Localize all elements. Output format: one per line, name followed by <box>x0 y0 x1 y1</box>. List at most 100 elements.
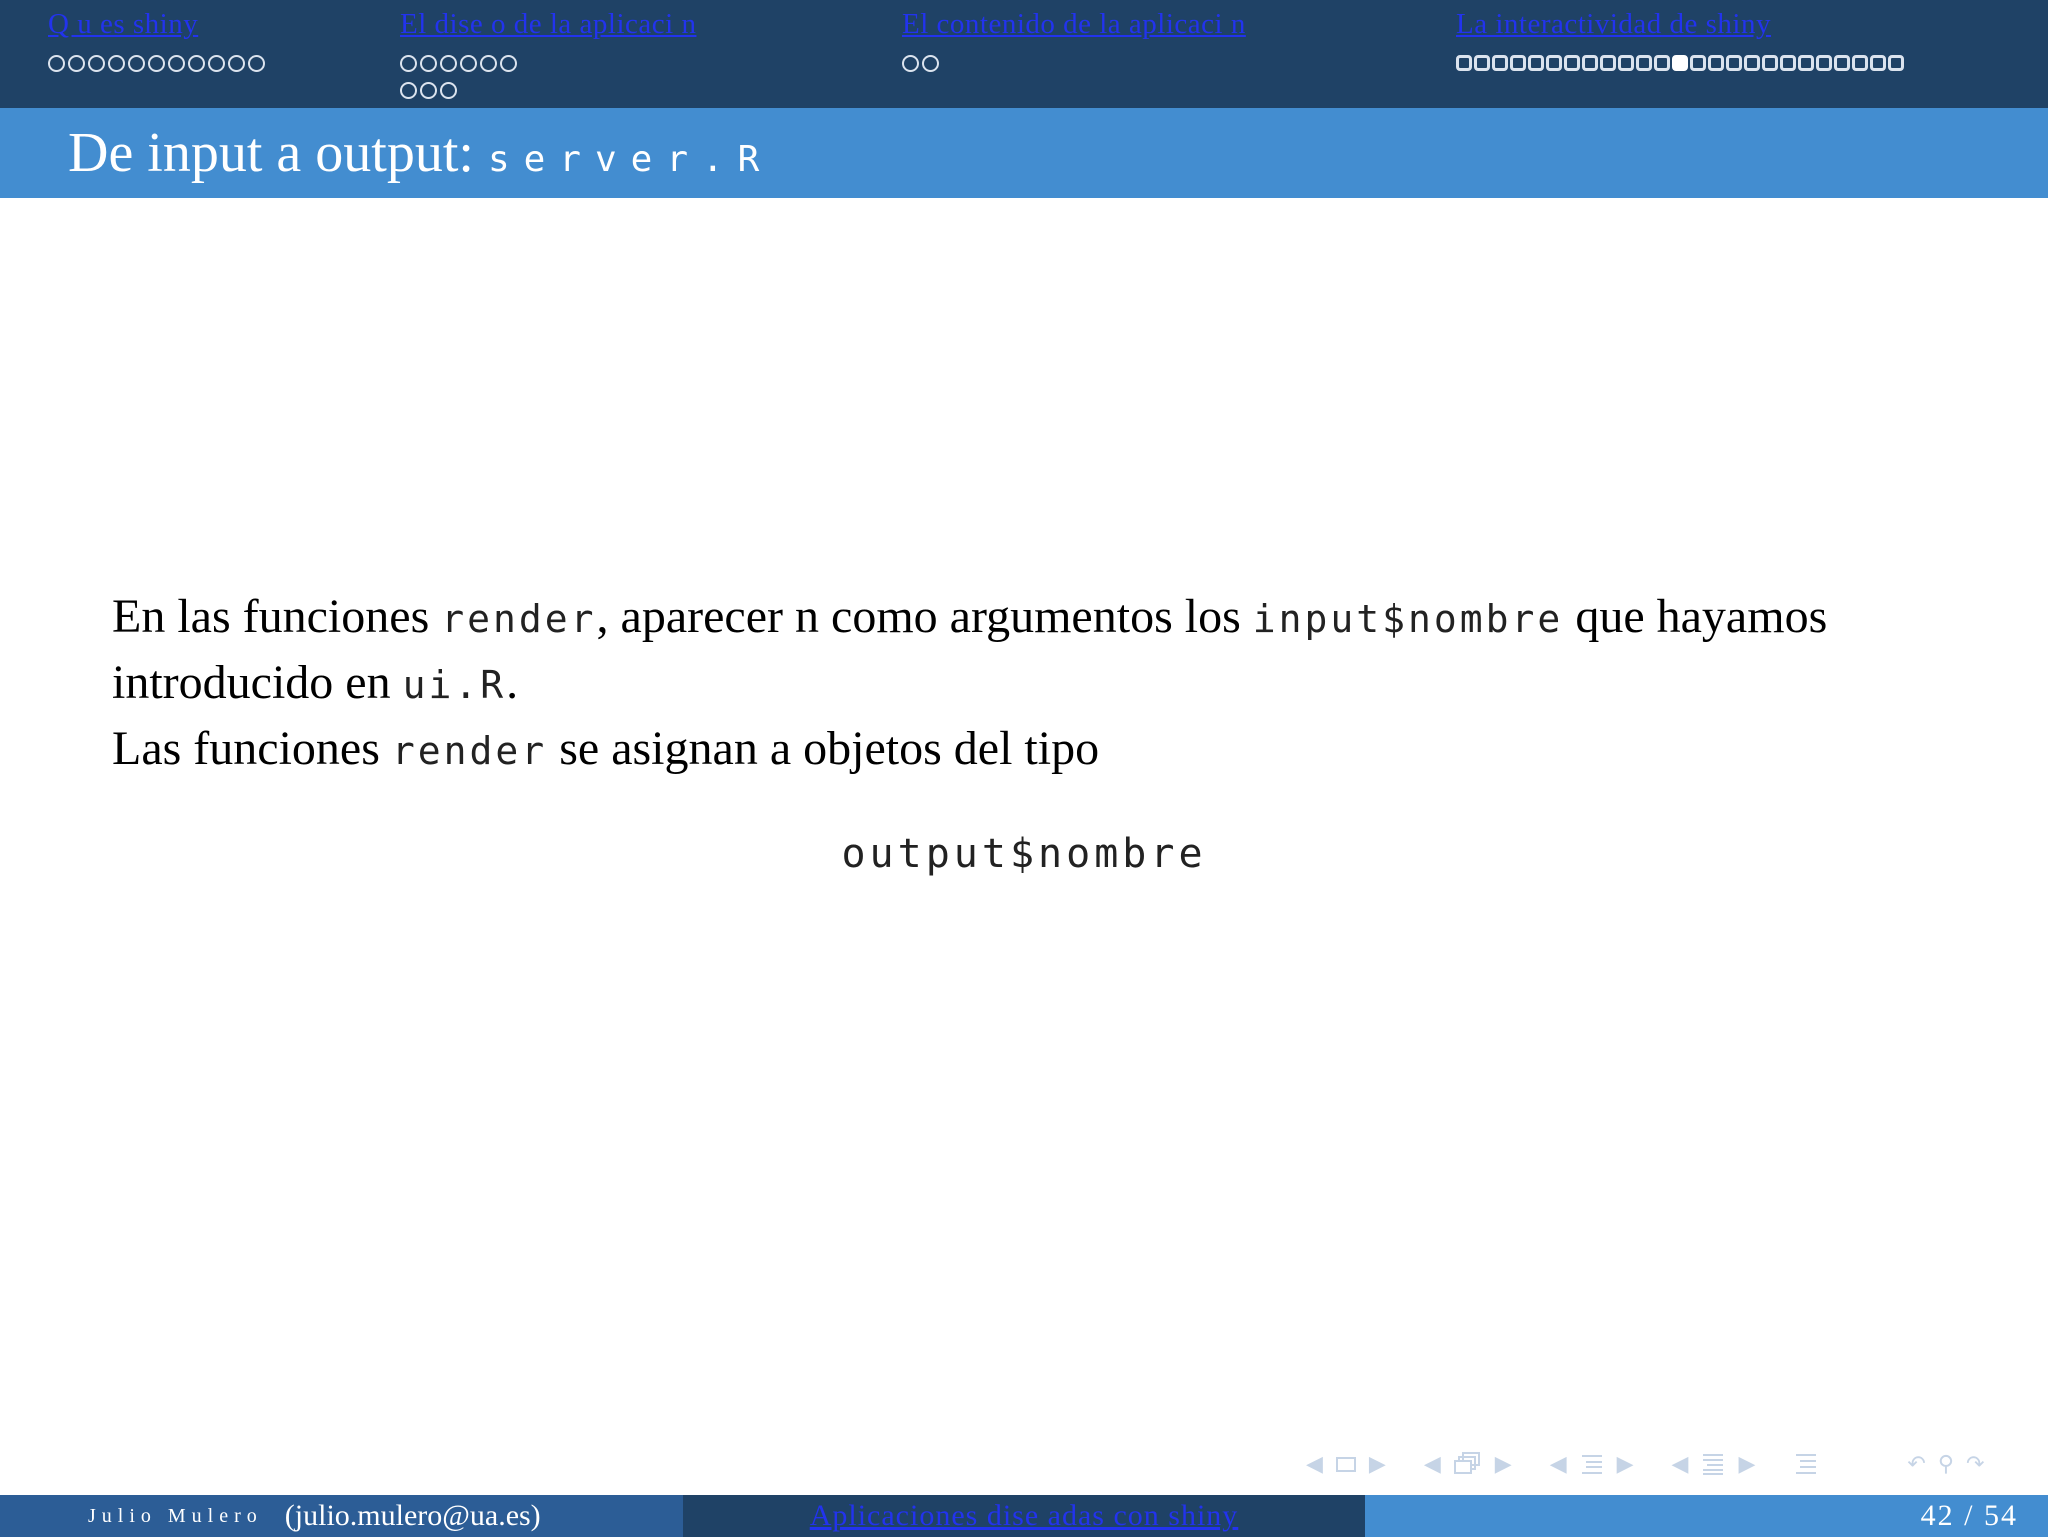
frame-nav-group: ◀ ▶ <box>1300 1452 1392 1477</box>
slide-dot[interactable] <box>440 81 457 99</box>
slide-dot[interactable] <box>1474 55 1490 71</box>
slide-dot[interactable] <box>1888 55 1904 71</box>
slide-dot[interactable] <box>88 54 105 72</box>
slide-dot[interactable] <box>1582 55 1598 71</box>
slide-dot[interactable] <box>440 54 457 72</box>
slide-dot[interactable] <box>400 54 417 72</box>
slide-dot[interactable] <box>168 54 185 72</box>
nav-link-interactividad[interactable]: La interactividad de shiny <box>1456 6 1904 42</box>
slide-dot[interactable] <box>1492 55 1508 71</box>
slide-dot[interactable] <box>902 54 919 72</box>
slide-dot[interactable] <box>1456 55 1472 71</box>
footer-page-box: 42 / 54 <box>1365 1495 2048 1537</box>
slide-dot[interactable] <box>1852 55 1868 71</box>
frame-title: De input a output: server.R <box>68 118 773 195</box>
list-icon[interactable] <box>1793 1452 1819 1476</box>
code-input-nombre: input$nombre <box>1252 597 1564 641</box>
paragraph-render-assign: Las funciones render se asignan a objeto… <box>112 717 1912 783</box>
slide-dot[interactable] <box>188 54 205 72</box>
nav-section-2: El dise o de la aplicaci n <box>400 6 696 101</box>
slide-dot[interactable] <box>1690 55 1706 71</box>
slide-dot[interactable] <box>248 54 265 72</box>
arrow-left-icon[interactable]: ◀ <box>1550 1452 1567 1477</box>
slide-dot[interactable] <box>1744 55 1760 71</box>
beamer-navigation-symbols: ◀ ▶ ◀ ▶ ◀ ▶ ◀ ▶ ↶ ⚲ ↷ <box>1300 1448 2016 1480</box>
slide-dot[interactable] <box>68 54 85 72</box>
slide-dot[interactable] <box>208 54 225 72</box>
slide-dots-row <box>400 52 696 74</box>
slide-dot[interactable] <box>460 54 477 72</box>
nav-section-1: Q u es shiny <box>48 6 265 74</box>
slide-dot[interactable] <box>128 54 145 72</box>
slide-dot[interactable] <box>1762 55 1778 71</box>
arrow-left-icon[interactable]: ◀ <box>1424 1452 1441 1477</box>
section-icon[interactable] <box>1700 1452 1726 1476</box>
slide-dot[interactable] <box>1654 55 1670 71</box>
slide-dot[interactable] <box>1564 55 1580 71</box>
slide-dot[interactable] <box>1798 55 1814 71</box>
slide-dot[interactable] <box>48 54 65 72</box>
slide-dot[interactable] <box>1834 55 1850 71</box>
slide-dot[interactable] <box>1600 55 1616 71</box>
footer-author-email: (julio.mulero@ua.es) <box>284 1499 541 1532</box>
document-nav-group <box>1787 1452 1825 1476</box>
frame-title-bar: De input a output: server.R <box>0 108 2048 198</box>
subsection-icon[interactable] <box>1453 1451 1483 1477</box>
slide-dots-row <box>902 52 1246 74</box>
slide-dot[interactable] <box>1816 55 1832 71</box>
frame-icon[interactable] <box>1335 1455 1357 1473</box>
footer-author-box: Julio Mulero (julio.mulero@ua.es) <box>0 1495 683 1537</box>
nav-link-que-es-shiny[interactable]: Q u es shiny <box>48 6 265 42</box>
slide-dot[interactable] <box>148 54 165 72</box>
slide-dots-row <box>48 52 265 74</box>
slide-dot[interactable] <box>1546 55 1562 71</box>
slide-dot[interactable] <box>1528 55 1544 71</box>
slide-dot[interactable] <box>420 81 437 99</box>
section-icon[interactable] <box>1579 1452 1605 1476</box>
slide-body: En las funciones render, aparecer n como… <box>112 585 1912 783</box>
nav-link-contenido[interactable]: El contenido de la aplicaci n <box>902 6 1246 42</box>
slide-dot[interactable] <box>108 54 125 72</box>
slide-dot[interactable] <box>400 81 417 99</box>
text: , aparecer n como argumentos los <box>596 590 1253 643</box>
text: . <box>506 656 519 709</box>
slide-dots-row <box>1456 52 1904 74</box>
arrow-right-icon[interactable]: ▶ <box>1495 1452 1512 1477</box>
text: Las funciones <box>112 722 392 775</box>
back-icon[interactable]: ↶ <box>1907 1452 1925 1477</box>
slide-dot[interactable] <box>1708 55 1724 71</box>
slide-dot[interactable] <box>1726 55 1742 71</box>
frame-title-code: server.R <box>487 139 774 180</box>
slide-dot[interactable] <box>1510 55 1526 71</box>
slide-dot[interactable] <box>420 54 437 72</box>
slide-dot[interactable] <box>922 54 939 72</box>
page-number: 42 / 54 <box>1920 1499 2018 1532</box>
footer-author-name: Julio Mulero <box>88 1504 263 1527</box>
search-nav-group: ↶ ⚲ ↷ <box>1901 1452 1990 1477</box>
arrow-left-icon[interactable]: ◀ <box>1306 1452 1323 1477</box>
frame-title-text: De input a output: <box>68 122 474 184</box>
footer-title-link[interactable]: Aplicaciones dise adas con shiny <box>810 1499 1239 1533</box>
slide-dot[interactable] <box>1780 55 1796 71</box>
current-slide-dot[interactable] <box>1672 55 1688 71</box>
subsection-nav-group: ◀ ▶ <box>1418 1451 1518 1477</box>
arrow-right-icon[interactable]: ▶ <box>1369 1452 1386 1477</box>
slide-dot[interactable] <box>480 54 497 72</box>
section-nav-group: ◀ ▶ <box>1544 1452 1640 1477</box>
code-render: render <box>391 729 548 773</box>
slide-dot[interactable] <box>1870 55 1886 71</box>
search-icon[interactable]: ⚲ <box>1938 1452 1954 1477</box>
slide-dot[interactable] <box>1636 55 1652 71</box>
text: se asignan a objetos del tipo <box>547 722 1100 775</box>
slide-dots-row <box>400 79 696 101</box>
arrow-right-icon[interactable]: ▶ <box>1617 1452 1634 1477</box>
arrow-left-icon[interactable]: ◀ <box>1672 1452 1689 1477</box>
forward-icon[interactable]: ↷ <box>1966 1452 1984 1477</box>
nav-link-diseno[interactable]: El dise o de la aplicaci n <box>400 6 696 42</box>
slide-dot[interactable] <box>228 54 245 72</box>
arrow-right-icon[interactable]: ▶ <box>1738 1452 1755 1477</box>
section-navigation-bar: Q u es shiny El dise o de la aplicaci n … <box>0 0 2048 108</box>
slide-dot[interactable] <box>500 54 517 72</box>
slide-dot[interactable] <box>1618 55 1634 71</box>
part-nav-group: ◀ ▶ <box>1666 1452 1762 1477</box>
